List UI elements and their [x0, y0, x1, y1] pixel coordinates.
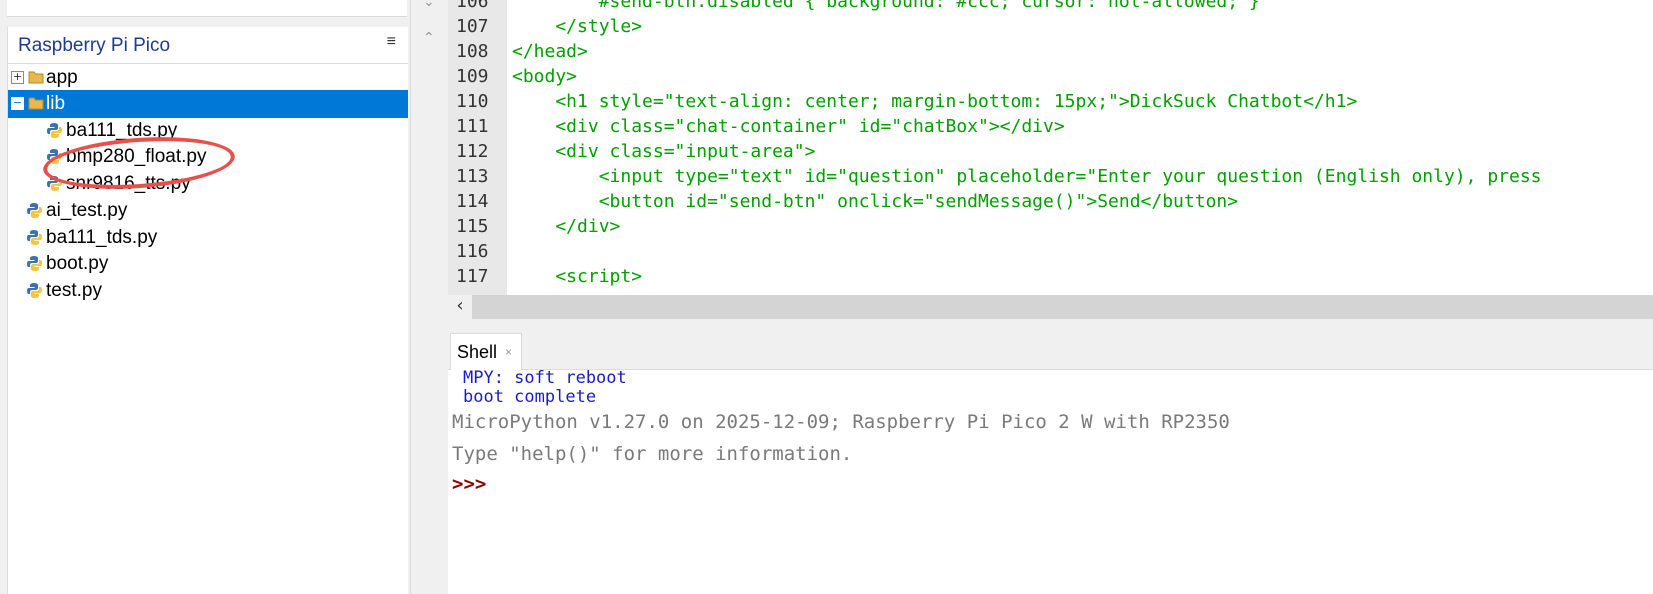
tree-item-label: ba111_tds.py: [46, 227, 158, 248]
python-file-icon: [27, 283, 42, 298]
code-line[interactable]: #send-btn.disabled { background: #ccc; c…: [512, 0, 1260, 12]
horizontal-scrollbar[interactable]: ‹: [448, 295, 1653, 319]
folder-icon: [28, 71, 44, 84]
shell-output-line: MicroPython v1.27.0 on 2025-12-09; Raspb…: [452, 411, 1230, 433]
file-tree: Raspberry Pi Pico ≡ + app − lib ba111_td…: [7, 27, 408, 594]
line-number: 109: [456, 66, 489, 87]
file-tree-header: Raspberry Pi Pico ≡: [8, 27, 408, 64]
tree-item-label: boot.py: [46, 253, 109, 274]
tab-label: Shell: [457, 342, 498, 362]
line-number: 106: [456, 0, 489, 12]
shell-output-line: boot complete: [463, 387, 597, 407]
code-line[interactable]: <button id="send-btn" onclick="sendMessa…: [512, 191, 1238, 212]
tree-item-label: test.py: [46, 280, 102, 301]
code-line[interactable]: <body>: [512, 66, 577, 87]
line-number: 107: [456, 16, 489, 37]
line-number: 111: [456, 116, 489, 137]
line-number: 117: [456, 266, 489, 287]
tree-item-label: ai_test.py: [46, 200, 128, 221]
top-strip: [7, 0, 407, 17]
tree-item-file[interactable]: test.py: [8, 277, 408, 305]
panel-menu-icon[interactable]: ≡: [387, 33, 396, 51]
code-line[interactable]: <div class="chat-container" id="chatBox"…: [512, 116, 1064, 137]
code-line[interactable]: </div>: [512, 216, 620, 237]
shell-output-line: Type "help()" for more information.: [452, 443, 853, 465]
folder-icon: [28, 97, 44, 110]
collapse-icon[interactable]: −: [11, 97, 24, 110]
chevron-up-icon[interactable]: ⌃: [423, 30, 435, 46]
tree-item-lib[interactable]: − lib: [8, 90, 408, 118]
code-editor[interactable]: 106 #send-btn.disabled { background: #cc…: [448, 0, 1653, 295]
tree-item-app[interactable]: + app: [8, 64, 408, 92]
python-file-icon: [27, 230, 42, 245]
code-line[interactable]: <h1 style="text-align: center; margin-bo…: [512, 91, 1357, 112]
shell-console[interactable]: MPY: soft reboot boot complete MicroPyth…: [448, 368, 1653, 594]
python-file-icon: [27, 256, 42, 271]
tree-item-file[interactable]: ba111_tds.py: [8, 224, 408, 252]
tab-shell[interactable]: Shell ×: [450, 333, 522, 370]
python-file-icon: [47, 123, 62, 138]
scroll-left-icon[interactable]: ‹: [448, 295, 472, 319]
chevron-down-icon[interactable]: ⌄: [423, 0, 435, 10]
tree-item-file[interactable]: boot.py: [8, 250, 408, 278]
splitter-scrollbar[interactable]: ⌄ ⌃: [410, 0, 449, 594]
tree-item-label: lib: [46, 93, 66, 114]
code-line[interactable]: <div class="input-area">: [512, 141, 815, 162]
tree-item-label: app: [46, 67, 78, 88]
python-file-icon: [27, 203, 42, 218]
file-panel: Raspberry Pi Pico ≡ + app − lib ba111_td…: [0, 0, 410, 594]
code-line[interactable]: <input type="text" id="question" placeho…: [512, 166, 1542, 187]
code-line[interactable]: </style>: [512, 16, 642, 37]
code-line[interactable]: </head>: [512, 41, 588, 62]
shell-output-line: MPY: soft reboot: [463, 368, 627, 388]
line-number: 116: [456, 241, 489, 262]
close-icon[interactable]: ×: [505, 345, 512, 359]
line-number: 113: [456, 166, 489, 187]
expand-icon[interactable]: +: [11, 71, 24, 84]
line-number: 112: [456, 141, 489, 162]
device-title: Raspberry Pi Pico: [18, 35, 171, 56]
shell-tabbar: Shell ×: [448, 319, 1653, 370]
line-number: 110: [456, 91, 489, 112]
shell-prompt[interactable]: >>>: [452, 473, 486, 495]
code-line[interactable]: <script>: [512, 266, 642, 287]
tree-item-file[interactable]: ai_test.py: [8, 197, 408, 225]
line-number: 115: [456, 216, 489, 237]
line-number: 114: [456, 191, 489, 212]
line-number: 108: [456, 41, 489, 62]
